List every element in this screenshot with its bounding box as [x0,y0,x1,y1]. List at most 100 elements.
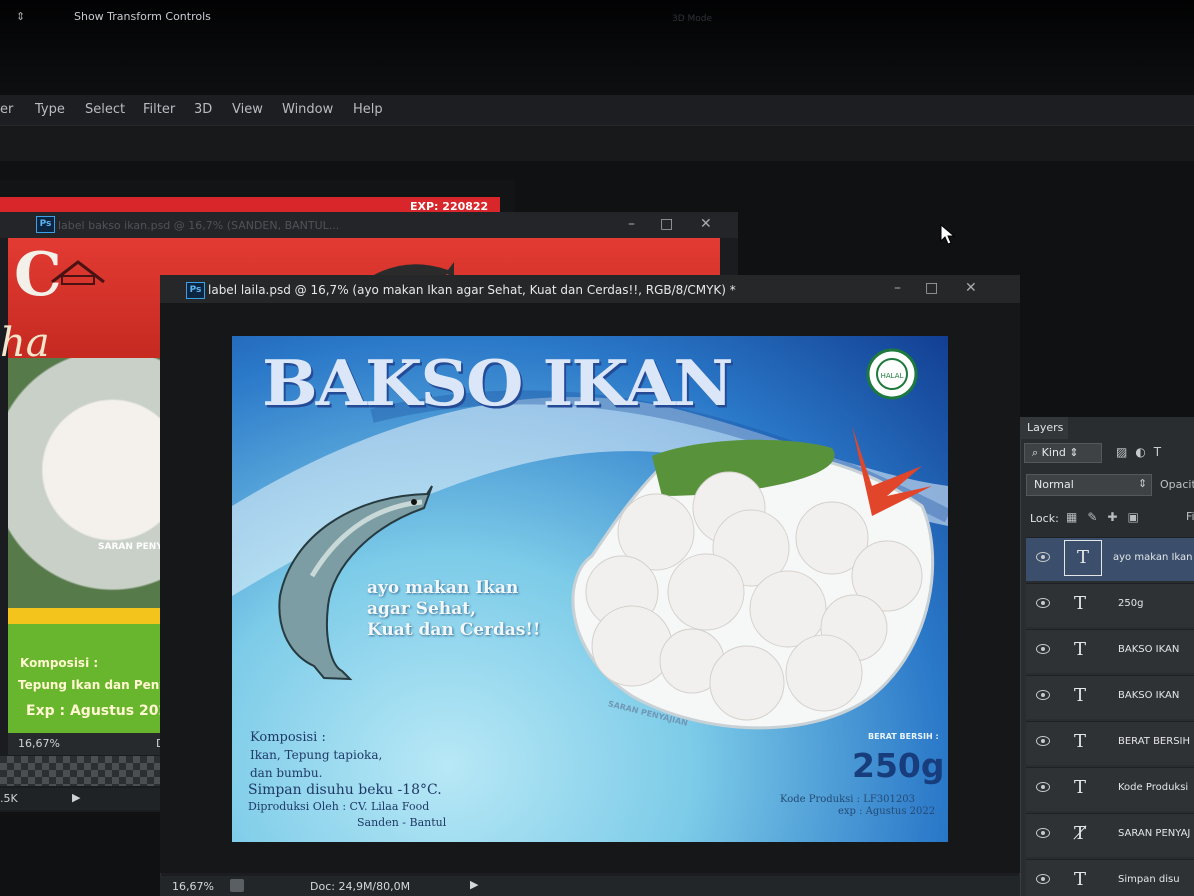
visibility-eye-icon[interactable] [1036,874,1050,884]
filter-type-icons[interactable]: ▨◐T [1116,445,1169,459]
producer-text: Diproduksi Oleh : CV. Lilaa Food [248,800,430,813]
3d-mode-label: 3D Mode [672,14,713,24]
status-info-icon[interactable] [230,879,244,892]
minimize-icon[interactable]: – [894,280,901,296]
middle-label-exp: Exp : Agustus 2022 [26,703,178,719]
composition-line-1: Ikan, Tepung tapioka, [250,748,383,762]
maximize-icon[interactable]: □ [660,216,673,232]
show-transform-controls-checkbox[interactable]: Show Transform Controls [74,10,211,23]
middle-label-script-text: ha [0,320,50,366]
layer-row[interactable]: T BAKSO IKAN [1026,675,1194,719]
back-window-status-bar [0,788,170,810]
middle-window-title: label bakso ikan.psd @ 16,7% (SANDEN, BA… [58,219,340,232]
layer-name: Kode Produksi [1118,782,1189,793]
active-window-status-bar [160,876,1020,896]
warped-text-layer-icon: Ⱦ [1074,823,1087,844]
slogan-line-1: ayo makan Ikan [367,578,519,598]
storage-instruction: Simpan disuhu beku -18°C. [248,782,442,798]
layer-row[interactable]: T BERAT BERSIH [1026,721,1194,765]
visibility-eye-icon[interactable] [1036,552,1050,562]
layers-tab-label: Layers [1027,421,1064,434]
slogan-line-2: agar Sehat, [367,599,477,619]
blend-dropdown-arrow-icon[interactable]: ⇕ [1138,477,1147,490]
text-layer-icon: T [1074,639,1087,660]
middle-label-green-panel [8,608,178,740]
expiry-date: exp : Agustus 2022 [838,806,936,817]
document-size-info: Doc: 24,9M/80,0M [310,880,411,893]
composition-line-2: dan bumbu. [250,766,323,780]
lock-label: Lock: [1030,512,1059,525]
filter-kind-value: Kind [1041,446,1066,459]
options-bar [0,125,1194,162]
middle-label-tepung: Tepung Ikan dan Penye [18,678,176,692]
menu-help[interactable]: Help [353,102,383,117]
menu-3d[interactable]: 3D [194,102,212,117]
product-title: BAKSO IKAN [262,345,734,421]
status-arrow-icon[interactable]: ▶ [72,791,80,804]
menu-select[interactable]: Select [85,102,125,117]
mouse-cursor-icon [940,224,956,245]
photoshop-icon: Ps [36,216,55,233]
minimize-icon[interactable]: – [628,216,635,232]
svg-text:HALAL: HALAL [881,372,904,380]
active-window-title: label laila.psd @ 16,7% (ayo makan Ikan … [208,283,736,297]
fill-label: Fill [1186,510,1194,523]
visibility-eye-icon[interactable] [1036,782,1050,792]
text-layer-icon: T [1074,869,1087,890]
layer-name: Simpan disu [1118,874,1180,885]
middle-window-zoom[interactable]: 16,67% [18,737,60,750]
menu-type[interactable]: Type [35,102,65,117]
status-menu-arrow-icon[interactable]: ▶ [470,878,478,891]
opacity-label: Opacity [1160,478,1194,491]
lock-icons[interactable]: ▦✎✚▣ [1066,510,1149,524]
close-icon[interactable]: ✕ [965,280,977,296]
layer-name: ayo makan Ikan [1113,552,1193,563]
transform-dropdown-icon[interactable]: ⇕ [16,10,25,23]
menu-bar: er Type Select Filter 3D View Window Hel… [0,95,1194,125]
transparency-checkerboard [0,756,170,786]
slogan-line-3: Kuat dan Cerdas!! [367,620,541,640]
layer-name: BERAT BERSIH [1118,736,1191,747]
menu-window[interactable]: Window [282,102,333,117]
filter-kind-label: ⌕ Kind ⇕ [1032,446,1079,459]
menu-view[interactable]: View [232,102,263,117]
production-code: Kode Produksi : LF301203 [780,794,915,805]
layer-row[interactable]: T BAKSO IKAN [1026,629,1194,673]
composition-heading: Komposisi : [250,730,326,745]
bakso-ikan-label-artwork[interactable]: HALAL BAKSO IKAN ayo makan Ikan agar Seh… [232,336,948,842]
menu-layer[interactable]: er [0,102,13,117]
layer-row[interactable]: Ⱦ SARAN PENYAJ [1026,813,1194,857]
visibility-eye-icon[interactable] [1036,690,1050,700]
halal-logo-icon: HALAL [866,348,918,400]
active-window-zoom[interactable]: 16,67% [172,880,214,893]
text-layer-icon: T [1074,593,1087,614]
net-weight-value: 250g [852,746,945,785]
visibility-eye-icon[interactable] [1036,598,1050,608]
layer-name: BAKSO IKAN [1118,644,1180,655]
visibility-eye-icon[interactable] [1036,828,1050,838]
layer-row[interactable]: T Kode Produksi [1026,767,1194,811]
net-weight-label: BERAT BERSIH : [868,732,939,741]
visibility-eye-icon[interactable] [1036,644,1050,654]
layer-name: SARAN PENYAJ [1118,828,1191,839]
middle-label-komposisi: Komposisi : [20,656,99,670]
maximize-icon[interactable]: □ [925,280,938,296]
layer-name: BAKSO IKAN [1118,690,1180,701]
menu-filter[interactable]: Filter [143,102,175,117]
back-window-doc-size: .5K [0,792,18,805]
text-layer-icon: T [1074,731,1087,752]
text-layer-icon: T [1064,540,1102,576]
blend-mode-value: Normal [1034,478,1074,491]
layer-name: 250g [1118,598,1144,609]
layer-row[interactable]: T ayo makan Ikan [1026,537,1194,581]
middle-label-big-letter: C [14,240,62,310]
producer-location: Sanden - Bantul [357,816,447,829]
text-layer-icon: T [1074,685,1087,706]
layer-row[interactable]: T Simpan disu [1026,859,1194,896]
close-icon[interactable]: ✕ [700,216,712,232]
text-layer-icon: T [1074,777,1087,798]
meatball-plate-photo [571,426,935,730]
visibility-eye-icon[interactable] [1036,736,1050,746]
photoshop-icon: Ps [186,282,205,299]
layer-row[interactable]: T 250g [1026,583,1194,627]
